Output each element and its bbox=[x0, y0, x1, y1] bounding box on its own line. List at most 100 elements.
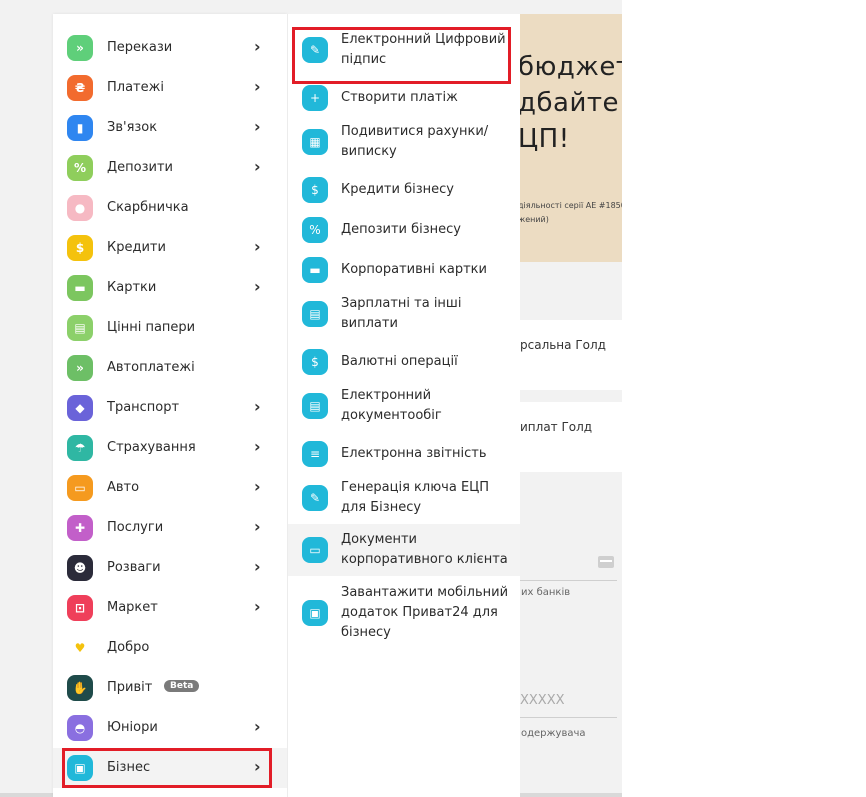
chevron-right-icon: › bbox=[254, 717, 261, 736]
double-chevron-icon: » bbox=[67, 35, 93, 61]
recipient-hint: одержувача bbox=[521, 728, 586, 739]
menu-item-11[interactable]: ☂ Страхування › bbox=[53, 428, 287, 468]
main-menu: » Перекази › ₴ Платежі › ▮ Зв'язок ›% Депозити › ● С… bbox=[53, 14, 287, 797]
menu-item-label: Платежі bbox=[107, 80, 164, 95]
menu-item-16[interactable]: ♥ Добро bbox=[53, 628, 287, 668]
beta-badge: Beta bbox=[164, 680, 200, 692]
menu-item-15[interactable]: ⊡ Маркет › bbox=[53, 588, 287, 628]
business-credit-icon: $ bbox=[302, 177, 328, 203]
menu-item-9[interactable]: » Автоплатежі bbox=[53, 348, 287, 388]
chevron-right-icon: › bbox=[254, 237, 261, 256]
menu-item-label: Привіт bbox=[107, 680, 153, 695]
menu-item-label: Кредити bbox=[107, 240, 166, 255]
card-item-2[interactable]: иплат Голд bbox=[505, 402, 622, 472]
submenu-item-3[interactable]: ▦ Подивитися рахунки/ виписку bbox=[288, 116, 520, 168]
business-submenu: ✎ Електронний Цифровий підпис + Створити пл… bbox=[287, 14, 520, 797]
banner-line-3: ЦП! bbox=[518, 124, 570, 154]
banner-note-2: жений) bbox=[518, 215, 549, 224]
banner-line-2: дбайте bbox=[518, 88, 619, 118]
highlight-digital-signature bbox=[292, 27, 511, 84]
menu-item-5[interactable]: ● Скарбничка bbox=[53, 188, 287, 228]
ticket-icon: ◆ bbox=[67, 395, 93, 421]
submenu-item-11[interactable]: ✎ Генерація ключа ЕЦП для Бізнесу bbox=[288, 472, 520, 524]
menu-item-label: Юніори bbox=[107, 720, 158, 735]
menu-item-label: Зв'язок bbox=[107, 120, 158, 135]
promo-banner[interactable]: бюджет дбайте ЦП! діяльності серії АЕ #1… bbox=[505, 14, 622, 262]
submenu-item-label: Генерація ключа ЕЦП для Бізнесу bbox=[341, 480, 490, 515]
report-icon: ≡ bbox=[302, 441, 328, 467]
menu-item-label: Автоплатежі bbox=[107, 360, 195, 375]
submenu-item-label: Корпоративні картки bbox=[341, 262, 487, 277]
menu-item-label: Послуги bbox=[107, 520, 164, 535]
car-icon: ▭ bbox=[67, 475, 93, 501]
submenu-item-label: Створити платіж bbox=[341, 90, 458, 105]
chevron-right-icon: › bbox=[254, 277, 261, 296]
document-flow-icon: ▤ bbox=[302, 393, 328, 419]
menu-item-7[interactable]: ▬ Картки › bbox=[53, 268, 287, 308]
menu-item-label: Картки bbox=[107, 280, 157, 295]
menu-item-2[interactable]: ₴ Платежі › bbox=[53, 68, 287, 108]
chevron-right-icon: › bbox=[254, 157, 261, 176]
menu-item-17[interactable]: ✋ Привіт Beta bbox=[53, 668, 287, 708]
menu-item-1[interactable]: » Перекази › bbox=[53, 28, 287, 68]
puzzle-icon: ✚ bbox=[67, 515, 93, 541]
menu-item-label: Розваги bbox=[107, 560, 161, 575]
chevron-right-icon: › bbox=[254, 557, 261, 576]
menu-item-8[interactable]: ▤ Цінні папери bbox=[53, 308, 287, 348]
menu-item-18[interactable]: ◓ Юніори › bbox=[53, 708, 287, 748]
chevron-right-icon: › bbox=[254, 517, 261, 536]
menu-item-14[interactable]: ☻ Розваги › bbox=[53, 548, 287, 588]
highlight-business bbox=[62, 748, 272, 788]
card-item-1-name: рсальна Голд bbox=[520, 338, 606, 352]
submenu-item-label: Електронний документообіг bbox=[341, 388, 442, 423]
plus-icon: + bbox=[302, 85, 328, 111]
card-icon: ▬ bbox=[67, 275, 93, 301]
chevron-right-icon: › bbox=[254, 397, 261, 416]
menu-item-4[interactable]: % Депозити › bbox=[53, 148, 287, 188]
right-blank-area bbox=[622, 0, 866, 797]
corporate-card-icon: ▬ bbox=[302, 257, 328, 283]
submenu-item-label: Депозити бізнесу bbox=[341, 222, 462, 237]
recipient-account-field[interactable]: XXXXX bbox=[505, 680, 617, 718]
money-bag-icon: $ bbox=[67, 235, 93, 261]
submenu-item-8[interactable]: $ Валютні операції bbox=[288, 340, 520, 384]
menu-item-label: Перекази bbox=[107, 40, 173, 55]
menu-item-6[interactable]: $ Кредити › bbox=[53, 228, 287, 268]
accounts-icon: ▦ bbox=[302, 129, 328, 155]
submenu-item-12[interactable]: ▭ Документи корпоративного клієнта bbox=[288, 524, 520, 576]
submenu-item-7[interactable]: ▤ Зарплатні та інші виплати bbox=[288, 288, 520, 340]
banner-note-1: діяльності серії АЕ #18509 bbox=[518, 201, 622, 210]
heart-icon: ♥ bbox=[67, 635, 93, 661]
submenu-item-13[interactable]: ▣ Завантажити мобільний додаток Приват24 … bbox=[288, 576, 520, 650]
menu-item-label: Транспорт bbox=[107, 400, 180, 415]
wave-hand-icon: ✋ bbox=[67, 675, 93, 701]
submenu-item-6[interactable]: ▬ Корпоративні картки bbox=[288, 248, 520, 292]
menu-item-13[interactable]: ✚ Послуги › bbox=[53, 508, 287, 548]
document-icon: ▤ bbox=[67, 315, 93, 341]
chevron-right-icon: › bbox=[254, 37, 261, 56]
piggy-bank-icon: ● bbox=[67, 195, 93, 221]
submenu-item-5[interactable]: % Депозити бізнесу bbox=[288, 208, 520, 252]
chevron-right-icon: › bbox=[254, 477, 261, 496]
submenu-item-label: Завантажити мобільний додаток Приват24 д… bbox=[341, 585, 509, 640]
signal-icon: ▮ bbox=[67, 115, 93, 141]
submenu-item-label: Документи корпоративного клієнта bbox=[341, 532, 508, 567]
card-outline-icon bbox=[598, 556, 614, 568]
menu-item-label: Добро bbox=[107, 640, 150, 655]
recipient-account-placeholder: XXXXX bbox=[520, 693, 565, 708]
card-item-1[interactable]: рсальна Голд bbox=[505, 320, 622, 390]
payment-icon: ₴ bbox=[67, 75, 93, 101]
submenu-item-9[interactable]: ▤ Електронний документообіг bbox=[288, 380, 520, 432]
menu-item-12[interactable]: ▭ Авто › bbox=[53, 468, 287, 508]
banner-line-1: бюджет bbox=[518, 52, 622, 82]
chevron-right-icon: › bbox=[254, 117, 261, 136]
submenu-item-4[interactable]: $ Кредити бізнесу bbox=[288, 168, 520, 212]
menu-item-10[interactable]: ◆ Транспорт › bbox=[53, 388, 287, 428]
percent-icon: % bbox=[67, 155, 93, 181]
submenu-item-label: Валютні операції bbox=[341, 354, 458, 369]
card-item-2-name: иплат Голд bbox=[520, 420, 593, 434]
other-banks-hint: их банків bbox=[521, 587, 571, 598]
menu-item-3[interactable]: ▮ Зв'язок › bbox=[53, 108, 287, 148]
submenu-item-10[interactable]: ≡ Електронна звітність bbox=[288, 432, 520, 476]
umbrella-icon: ☂ bbox=[67, 435, 93, 461]
